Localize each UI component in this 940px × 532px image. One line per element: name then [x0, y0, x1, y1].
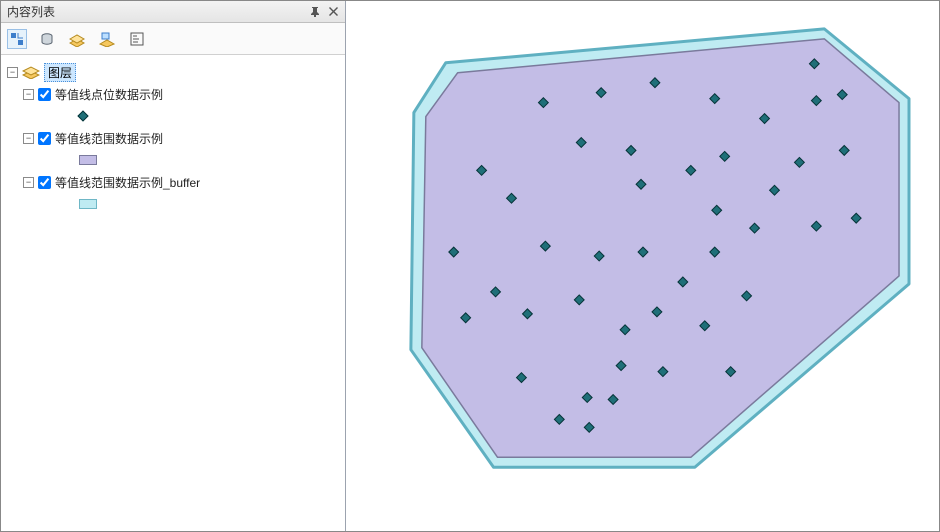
layer-label: 等值线范围数据示例_buffer	[55, 174, 200, 191]
options-button[interactable]	[127, 29, 147, 49]
point-symbol-icon	[77, 110, 88, 121]
layer-row-buffer[interactable]: − 等值线范围数据示例_buffer	[5, 171, 341, 193]
panel-title: 内容列表	[7, 3, 55, 20]
polygon-symbol-icon	[79, 155, 97, 165]
map-view[interactable]	[346, 1, 939, 531]
toc-toolbar	[1, 23, 345, 55]
layer-tree: − 图层 − 等值线点位数据示例 − 等值线范围数据示例	[1, 55, 345, 531]
layer-symbol-row	[5, 105, 341, 127]
close-icon[interactable]	[327, 6, 339, 18]
expander-icon[interactable]: −	[23, 177, 34, 188]
layer-label: 等值线范围数据示例	[55, 130, 163, 147]
range-polygon	[422, 39, 899, 457]
app-window: 内容列表	[0, 0, 940, 532]
polygon-symbol-icon	[79, 199, 97, 209]
expander-icon[interactable]: −	[23, 89, 34, 100]
panel-header: 内容列表	[1, 1, 345, 23]
layer-symbol-row	[5, 149, 341, 171]
layers-group-icon	[22, 65, 40, 79]
layer-visibility-checkbox[interactable]	[38, 176, 51, 189]
tree-root-row: − 图层	[5, 61, 341, 83]
list-by-drawing-order-button[interactable]	[7, 29, 27, 49]
layer-label: 等值线点位数据示例	[55, 86, 163, 103]
tree-root-label[interactable]: 图层	[44, 63, 76, 82]
map-canvas	[346, 1, 939, 531]
list-by-source-button[interactable]	[37, 29, 57, 49]
layer-visibility-checkbox[interactable]	[38, 132, 51, 145]
pin-icon[interactable]	[309, 6, 321, 18]
layer-symbol-row	[5, 193, 341, 215]
layer-row-point[interactable]: − 等值线点位数据示例	[5, 83, 341, 105]
expander-icon[interactable]: −	[7, 67, 18, 78]
list-by-selection-button[interactable]	[97, 29, 117, 49]
expander-icon[interactable]: −	[23, 133, 34, 144]
layer-visibility-checkbox[interactable]	[38, 88, 51, 101]
layer-row-range[interactable]: − 等值线范围数据示例	[5, 127, 341, 149]
list-by-visibility-button[interactable]	[67, 29, 87, 49]
toc-panel: 内容列表	[1, 1, 346, 531]
